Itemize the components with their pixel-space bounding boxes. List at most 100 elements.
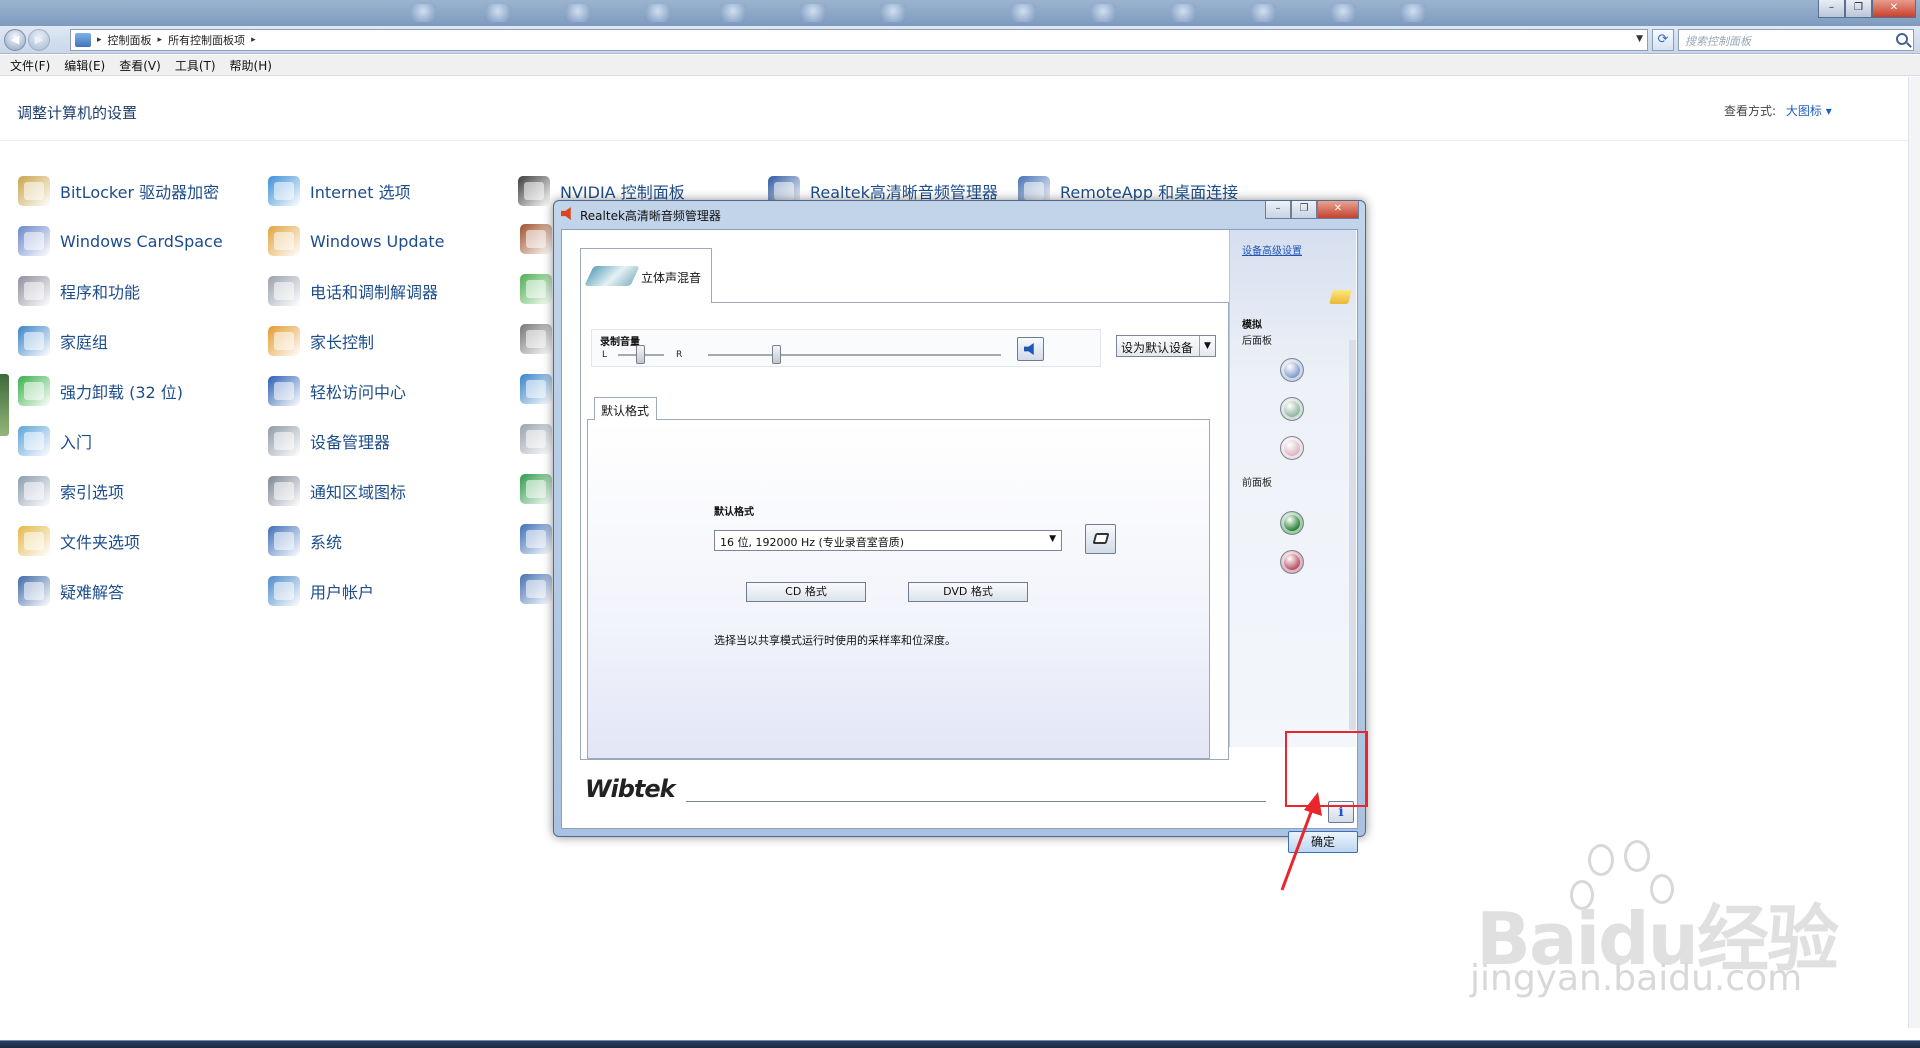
view-by-dropdown[interactable]: 大图标 ▾: [1786, 104, 1832, 118]
baidu-watermark: Baidu经验 jingyan.baidu.com: [1470, 840, 1840, 1020]
search-input[interactable]: 搜索控制面板: [1678, 29, 1914, 51]
control-panel-item[interactable]: 文件夹选项: [18, 524, 140, 558]
menu-edit[interactable]: 编辑(E): [64, 57, 105, 74]
sidebar-scrollbar[interactable]: [1349, 340, 1356, 730]
minimize-button[interactable]: –: [1818, 0, 1845, 18]
search-placeholder: 搜索控制面板: [1685, 35, 1751, 48]
taskbar-preview-icon: [720, 4, 746, 22]
dialog-minimize-button[interactable]: –: [1265, 201, 1291, 219]
control-panel-item[interactable]: 程序和功能: [18, 274, 140, 308]
dialog-title-bar[interactable]: Realtek高清晰音频管理器 – ❐ ✕: [554, 201, 1365, 227]
dvd-format-button[interactable]: DVD 格式: [908, 582, 1028, 602]
control-panel-item[interactable]: 家庭组: [18, 324, 108, 358]
control-panel-item[interactable]: 家长控制: [268, 324, 374, 358]
control-panel-item[interactable]: 用户帐户: [268, 574, 374, 608]
cd-format-button[interactable]: CD 格式: [746, 582, 866, 602]
maximize-button[interactable]: ❐: [1845, 0, 1872, 18]
control-panel-item[interactable]: 轻松访问中心: [268, 374, 406, 408]
rear-panel-label: 后面板: [1242, 336, 1272, 347]
dialog-maximize-button[interactable]: ❐: [1291, 201, 1317, 219]
dialog-body: 立体声混音 录制音量 L R 设为默认设备 ▼ 默认格式 默认格式 16 位, …: [561, 229, 1358, 853]
menu-view[interactable]: 查看(V): [119, 57, 161, 74]
control-panel-item[interactable]: 索引选项: [18, 474, 124, 508]
refresh-button[interactable]: ⟳: [1652, 29, 1674, 51]
control-panel-item[interactable]: 通知区域图标: [268, 474, 406, 508]
control-panel-item[interactable]: 电话和调制解调器: [268, 274, 438, 308]
front-panel-label: 前面板: [1242, 478, 1272, 489]
control-panel-item-label: 设备管理器: [310, 433, 391, 452]
front-jack-pink[interactable]: [1280, 550, 1304, 574]
control-panel-item-label: 轻松访问中心: [310, 383, 407, 402]
dialog-close-button[interactable]: ✕: [1317, 201, 1359, 219]
format-area: 默认格式 默认格式 16 位, 192000 Hz (专业录音室音质) ▼ CD…: [587, 303, 1217, 761]
forward-button[interactable]: ▶: [28, 29, 50, 51]
control-panel-item-label: 疑难解答: [60, 583, 125, 602]
control-panel-item[interactable]: Windows Update: [268, 224, 444, 258]
menu-file[interactable]: 文件(F): [10, 57, 50, 74]
folder-icon[interactable]: [1329, 290, 1352, 304]
control-panel-item-icon[interactable]: [520, 224, 552, 254]
cardspace-icon: [18, 226, 50, 256]
breadcrumb-separator[interactable]: ▸: [251, 35, 256, 45]
sound-card-icon: [584, 266, 640, 286]
control-panel-item-label: Windows Update: [310, 231, 445, 251]
tab-stereo-mix[interactable]: 立体声混音: [580, 248, 712, 303]
control-panel-item-label: 强力卸载 (32 位): [60, 383, 184, 402]
control-panel-item[interactable]: Internet 选项: [268, 174, 411, 208]
control-panel-item[interactable]: 系统: [268, 524, 342, 558]
troubleshooting-icon: [18, 576, 50, 606]
device-panel: 录制音量 L R 设为默认设备 ▼ 默认格式 默认格式 16 位, 192000…: [580, 302, 1229, 760]
breadcrumb-control-panel[interactable]: 控制面板: [108, 32, 152, 48]
control-panel-item[interactable]: 入门: [18, 424, 92, 458]
parental-controls-icon: [268, 326, 300, 356]
menu-tools[interactable]: 工具(T): [175, 57, 216, 74]
close-button[interactable]: ✕: [1872, 0, 1916, 18]
vertical-scrollbar[interactable]: [1908, 77, 1920, 1028]
tab-default-format[interactable]: 默认格式: [594, 397, 657, 420]
rear-jack-green[interactable]: [1280, 397, 1304, 421]
breadcrumb-separator: ▸: [97, 35, 102, 45]
view-by: 查看方式: 大图标 ▾: [1724, 102, 1832, 119]
control-panel-item[interactable]: 疑难解答: [18, 574, 124, 608]
user-accounts-icon: [268, 576, 300, 606]
back-button[interactable]: ◀: [4, 29, 26, 51]
analog-label: 模拟: [1242, 320, 1262, 331]
address-bar[interactable]: ▸ 控制面板 ▸ 所有控制面板项 ▸ ▼: [70, 29, 1648, 51]
realtek-dialog: Realtek高清晰音频管理器 – ❐ ✕ 立体声混音 录制音量 L R 设为默…: [553, 200, 1366, 853]
control-panel-item-icon[interactable]: [520, 524, 552, 554]
page-title: 调整计算机的设置: [17, 104, 138, 122]
control-panel-item-label: 家长控制: [310, 333, 375, 352]
control-panel-item-icon[interactable]: [520, 424, 552, 454]
control-panel-item[interactable]: BitLocker 驱动器加密: [18, 174, 219, 208]
search-icon[interactable]: [1896, 33, 1908, 45]
control-panel-item-label: 通知区域图标: [310, 483, 407, 502]
taskbar-preview-icon: [800, 4, 826, 22]
control-panel-item-icon[interactable]: [520, 274, 552, 304]
control-panel-item[interactable]: Windows CardSpace: [18, 224, 223, 258]
breadcrumb-all-items[interactable]: 所有控制面板项: [168, 32, 245, 48]
address-dropdown-icon[interactable]: ▼: [1636, 34, 1643, 44]
menu-help[interactable]: 帮助(H): [230, 57, 272, 74]
control-panel-item-icon[interactable]: [520, 374, 552, 404]
dialog-window-controls: – ❐ ✕: [1265, 201, 1359, 219]
control-panel-item-label: 文件夹选项: [60, 533, 141, 552]
reset-format-button[interactable]: [1085, 524, 1116, 554]
taskbar-preview-icon: [1170, 4, 1196, 22]
nvidia-icon: [518, 176, 550, 206]
front-jack-green[interactable]: [1280, 511, 1304, 535]
rear-jack-blue[interactable]: [1280, 358, 1304, 382]
control-panel-item[interactable]: 强力卸载 (32 位): [18, 374, 183, 408]
control-panel-item-icon[interactable]: [520, 474, 552, 504]
taskbar-preview-icon: [1400, 4, 1426, 22]
system-icon: [268, 526, 300, 556]
window-controls: – ❐ ✕: [1818, 0, 1916, 18]
device-manager-icon: [268, 426, 300, 456]
rear-jack-pink[interactable]: [1280, 436, 1304, 460]
control-panel-item-icon[interactable]: [520, 574, 552, 604]
control-panel-item-label: Windows CardSpace: [60, 231, 223, 251]
default-format-select[interactable]: 16 位, 192000 Hz (专业录音室音质) ▼: [714, 530, 1062, 551]
advanced-settings-link[interactable]: 设备高级设置: [1242, 242, 1302, 257]
control-panel-item[interactable]: 设备管理器: [268, 424, 390, 458]
annotation-arrow-head: [1304, 792, 1322, 816]
control-panel-item-icon[interactable]: [520, 324, 552, 354]
